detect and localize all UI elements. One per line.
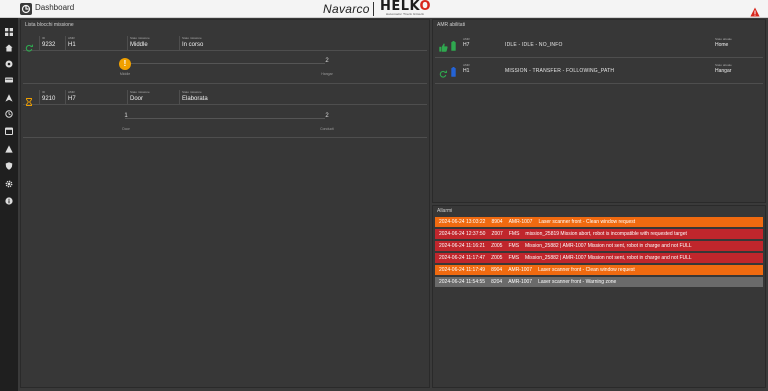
truck-icon[interactable] bbox=[5, 76, 13, 84]
id-field: ID 9210 bbox=[39, 90, 63, 105]
helko-logo: HELKO Automatic Truck Unlock bbox=[380, 0, 431, 17]
hourglass-icon bbox=[25, 93, 33, 106]
alarm-code: 8904 bbox=[491, 267, 503, 273]
mission-block-row[interactable]: ID 9232 AMR H1 Stato missione Middle Sta… bbox=[23, 36, 427, 52]
amr-enabled-panel: AMR abilitati AMR H7 IDLE - IDLE - NO_IN… bbox=[432, 19, 766, 203]
refresh-icon bbox=[439, 65, 447, 78]
alarms-panel: Allarmi 2024-06-24 13:03:22 8904 AMR-1007 L… bbox=[432, 205, 766, 388]
logo-mark-icon bbox=[21, 4, 31, 14]
step-label: Door bbox=[122, 127, 130, 131]
panel-title: Allarmi bbox=[437, 208, 453, 214]
dashboard-home-button[interactable] bbox=[20, 3, 32, 15]
step-number: 1 bbox=[124, 113, 128, 119]
step-track bbox=[125, 118, 325, 119]
alarm-source: FMS bbox=[508, 255, 520, 261]
alarm-message: Laser scanner front - Clean window reque… bbox=[538, 219, 636, 225]
battery-icon bbox=[451, 64, 456, 77]
alarm-code: 8204 bbox=[491, 279, 503, 285]
warning-triangle-icon bbox=[750, 7, 760, 17]
alarm-source: AMR-1007 bbox=[508, 267, 533, 273]
alarm-time: 2024-06-24 11:17:47 bbox=[439, 255, 486, 261]
history-icon[interactable] bbox=[5, 110, 13, 118]
alarm-row[interactable]: 2024-06-24 11:54:55 8204 AMR-1007 Laser sca… bbox=[435, 277, 763, 287]
step-number: 2 bbox=[325, 113, 329, 119]
alarm-code: Z005 bbox=[491, 243, 503, 249]
alarm-row[interactable]: 2024-06-24 11:17:49 8904 AMR-1007 Laser sca… bbox=[435, 265, 763, 275]
alarm-source: FMS bbox=[508, 231, 520, 237]
amr-state: IDLE - IDLE - NO_INFO bbox=[505, 42, 563, 48]
amr-name: AMR H7 bbox=[463, 37, 470, 48]
location-field: Stato missione Middle bbox=[127, 36, 179, 51]
divider bbox=[23, 137, 427, 138]
mission-block-row[interactable]: ID 9210 AMR H7 Stato missione Door Stato… bbox=[23, 90, 427, 106]
settings-cog-icon[interactable] bbox=[5, 60, 13, 68]
mission-steps: 1 Door 2 Conducti bbox=[23, 113, 427, 133]
gear-icon[interactable] bbox=[5, 180, 13, 188]
status-field: Stato missione Elaborata bbox=[179, 90, 427, 105]
route-icon[interactable] bbox=[5, 94, 13, 102]
mission-steps: ! Middle 2 Hangar bbox=[23, 58, 427, 78]
step-label: Hangar bbox=[321, 72, 333, 76]
alarm-row[interactable]: 2024-06-24 12:37:50 Z007 FMS mission_25819 … bbox=[435, 229, 763, 239]
step-label: Conducti bbox=[320, 127, 334, 131]
alarm-time: 2024-06-24 11:16:21 bbox=[439, 243, 486, 249]
alarm-time: 2024-06-24 11:17:49 bbox=[439, 267, 486, 273]
alarm-source: FMS bbox=[508, 243, 520, 249]
alarm-row[interactable]: 2024-06-24 13:03:22 8904 AMR-1007 Laser sca… bbox=[435, 217, 763, 227]
top-bar: Dashboard Navarco HELKO Automatic Truck … bbox=[0, 0, 768, 18]
step-track bbox=[125, 63, 325, 64]
alarm-message: mission_25819 Mission abort, robot is in… bbox=[525, 231, 687, 237]
alarm-message: Laser scanner front - Clean window reque… bbox=[538, 267, 635, 273]
amr-field: AMR H7 bbox=[65, 90, 125, 105]
divider bbox=[23, 83, 427, 84]
alarm-message: Laser scanner front - Warning zone bbox=[538, 279, 617, 285]
alarm-row[interactable]: 2024-06-24 11:17:47 Z005 FMS Mission_25882 … bbox=[435, 253, 763, 263]
location-field: Stato missione Door bbox=[127, 90, 179, 105]
alarm-code: 8904 bbox=[491, 219, 503, 225]
amr-field: AMR H1 bbox=[65, 36, 125, 51]
alarm-code: Z007 bbox=[491, 231, 503, 237]
step-number: 2 bbox=[325, 58, 329, 64]
grid-icon[interactable] bbox=[5, 28, 13, 36]
alarm-code: Z005 bbox=[491, 255, 503, 261]
info-icon[interactable] bbox=[5, 197, 13, 205]
panel-title: AMR abilitati bbox=[437, 22, 466, 28]
warning-icon[interactable] bbox=[5, 145, 13, 153]
id-field: ID 9232 bbox=[39, 36, 63, 51]
alarm-time: 2024-06-24 11:54:55 bbox=[439, 279, 486, 285]
alarm-time: 2024-06-24 12:37:50 bbox=[439, 231, 486, 237]
amr-row[interactable]: AMR H1 MISSION - TRANSFER - FOLLOWING_PA… bbox=[435, 58, 763, 84]
thumbs-up-icon bbox=[439, 39, 448, 52]
battery-icon bbox=[451, 38, 456, 51]
page-title: Dashboard bbox=[35, 3, 75, 12]
panel-title: Lista blocchi missione bbox=[25, 22, 74, 28]
amr-row[interactable]: AMR H7 IDLE - IDLE - NO_INFO Stato attua… bbox=[435, 32, 763, 58]
alarm-source: AMR-1007 bbox=[508, 279, 533, 285]
alarm-message: Mission_25882 | AMR-1007 Mission not sen… bbox=[525, 255, 692, 261]
sidebar bbox=[0, 18, 18, 391]
home-icon[interactable] bbox=[5, 44, 13, 52]
amr-position: Stato attuale Home bbox=[715, 37, 732, 48]
amr-state: MISSION - TRANSFER - FOLLOWING_PATH bbox=[505, 68, 615, 74]
refresh-icon bbox=[25, 39, 33, 52]
alarm-message: Mission_25882 | AMR-1007 Mission not sen… bbox=[525, 243, 692, 249]
amr-name: AMR H1 bbox=[463, 63, 470, 74]
status-field: Stato missione In corso bbox=[179, 36, 427, 51]
shield-icon[interactable] bbox=[5, 162, 13, 170]
alarm-source: AMR-1007 bbox=[508, 219, 533, 225]
step-label: Middle bbox=[119, 72, 131, 76]
alarm-time: 2024-06-24 13:03:22 bbox=[439, 219, 486, 225]
step-warning-icon: ! bbox=[119, 58, 131, 70]
brand-divider bbox=[373, 2, 374, 16]
alarm-row[interactable]: 2024-06-24 11:16:21 Z005 FMS Mission_25882 … bbox=[435, 241, 763, 251]
amr-position: Stato attuale Hangar bbox=[715, 63, 732, 74]
mission-blocks-panel: Lista blocchi missione ID 9232 AMR H1 St… bbox=[20, 19, 430, 388]
customer-brand: Navarco bbox=[323, 2, 370, 16]
alert-warning-button[interactable] bbox=[750, 4, 760, 17]
calendar-icon[interactable] bbox=[5, 127, 13, 135]
